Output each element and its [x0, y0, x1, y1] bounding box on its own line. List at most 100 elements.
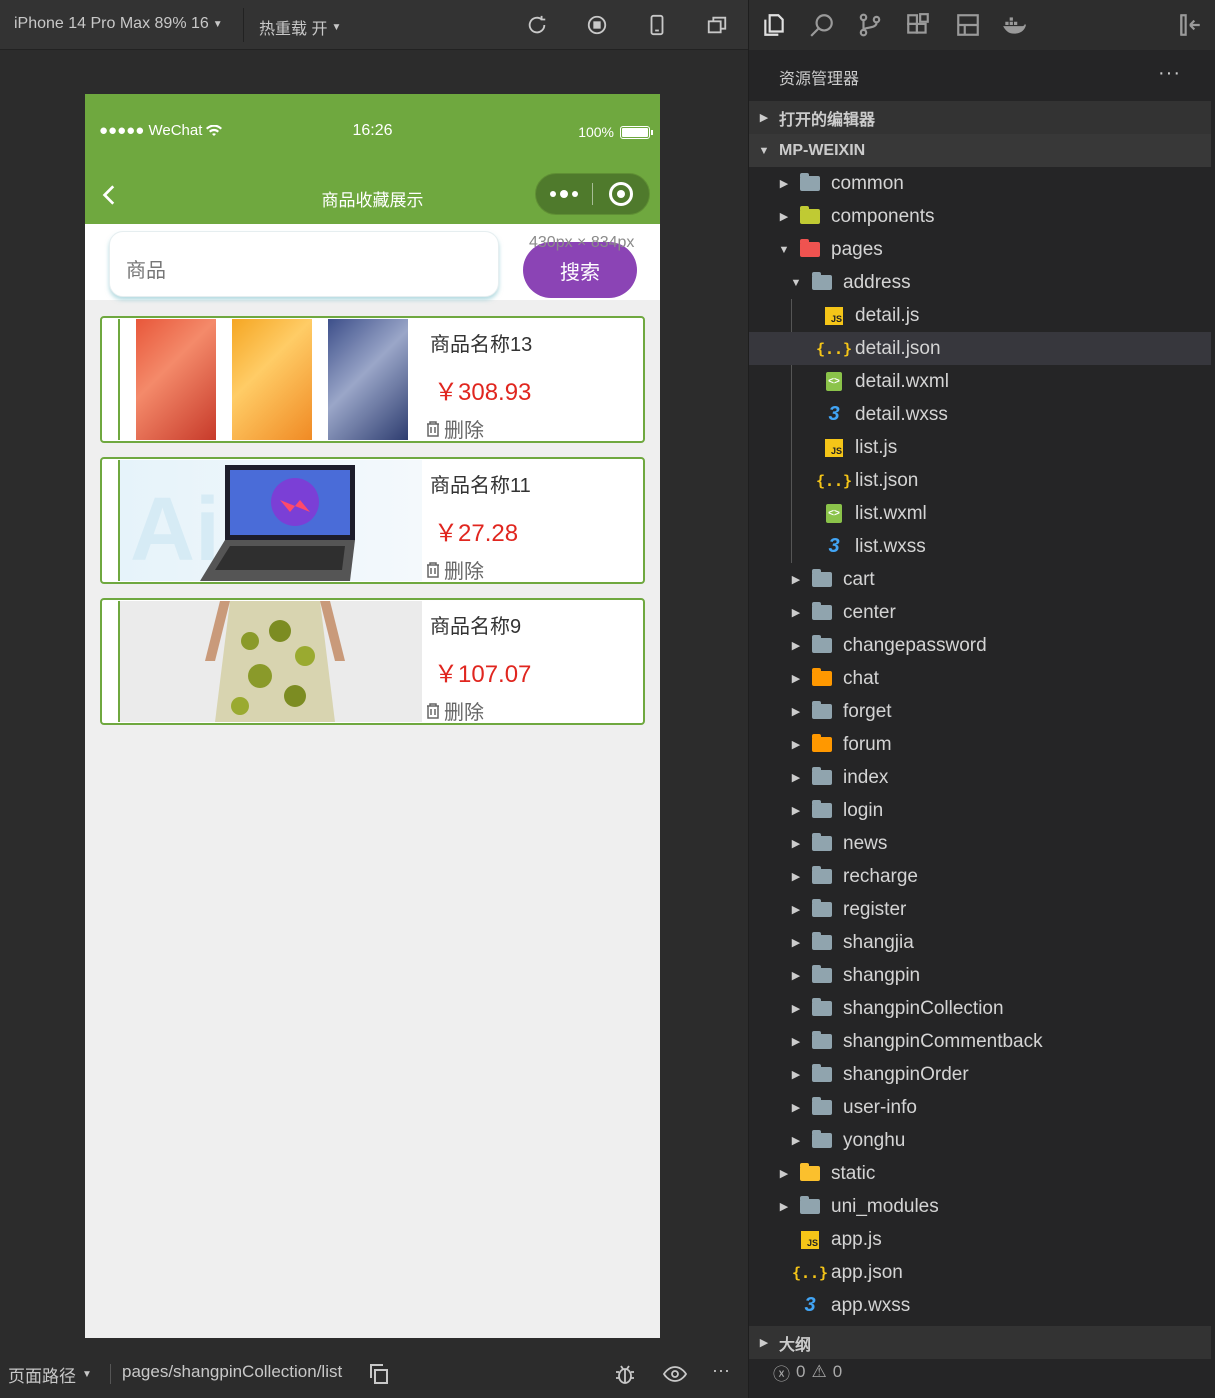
folder-icon	[811, 932, 833, 953]
tree-item-label: shangjia	[843, 931, 914, 953]
tree-item-center[interactable]: ▶ center	[749, 596, 1211, 629]
refresh-icon[interactable]	[525, 13, 549, 37]
devtools-window: iPhone 14 Pro Max 89% 16 ▼ 热重载 开 ▼ ●●●●●…	[0, 0, 1215, 1398]
tree-item-app-js[interactable]: JS app.js	[749, 1223, 1211, 1256]
tree-item-recharge[interactable]: ▶ recharge	[749, 860, 1211, 893]
close-mini-program-icon[interactable]	[593, 182, 649, 206]
tree-item-label: news	[843, 832, 888, 854]
tree-item-app-json[interactable]: {..} app.json	[749, 1256, 1211, 1289]
open-editors-header[interactable]: ▶ 打开的编辑器	[749, 101, 1211, 134]
tree-item-shangjia[interactable]: ▶ shangjia	[749, 926, 1211, 959]
folder-icon	[799, 239, 821, 260]
chevron-down-icon: ▼	[758, 144, 770, 157]
eye-icon[interactable]	[663, 1362, 687, 1386]
tree-item-shangpincommentback[interactable]: ▶ shangpinCommentback	[749, 1025, 1211, 1058]
list-item[interactable]: 商品名称9 ￥107.07 删除	[100, 598, 645, 725]
tree-item-detail-wxml[interactable]: <> detail.wxml	[749, 365, 1211, 398]
tree-item-label: detail.json	[855, 337, 941, 359]
list-item[interactable]: Air15 商品名称11 ￥27.28 删除	[100, 457, 645, 584]
more-options-icon[interactable]: ···	[712, 1360, 736, 1384]
more-icon[interactable]	[536, 190, 592, 198]
tree-item-detail-js[interactable]: JS detail.js	[749, 299, 1211, 332]
tree-item-label: changepassword	[843, 634, 987, 656]
collapse-panel-icon[interactable]	[1177, 12, 1203, 38]
tree-item-detail-wxss[interactable]: 3 detail.wxss	[749, 398, 1211, 431]
tree-item-shangpin[interactable]: ▶ shangpin	[749, 959, 1211, 992]
tree-item-label: detail.wxss	[855, 403, 948, 425]
tree-item-label: app.js	[831, 1228, 882, 1250]
stop-icon[interactable]	[585, 13, 609, 37]
product-image	[118, 601, 422, 722]
tree-item-forum[interactable]: ▶ forum	[749, 728, 1211, 761]
files-icon[interactable]	[761, 12, 787, 38]
wxml-file-icon: <>	[823, 504, 845, 524]
tree-item-list-json[interactable]: {..} list.json	[749, 464, 1211, 497]
chevron-right-icon: ▶	[759, 1337, 769, 1349]
chevron-right-icon: ▶	[791, 574, 801, 586]
tree-item-static[interactable]: ▶ static	[749, 1157, 1211, 1190]
tree-item-detail-json[interactable]: {..} detail.json	[749, 332, 1211, 365]
divider	[110, 1364, 111, 1384]
search-input[interactable]: 商品	[109, 231, 499, 297]
delete-label: 删除	[444, 420, 484, 442]
tree-item-changepassword[interactable]: ▶ changepassword	[749, 629, 1211, 662]
project-header[interactable]: ▼ MP-WEIXIN	[749, 134, 1211, 167]
tree-item-register[interactable]: ▶ register	[749, 893, 1211, 926]
chevron-right-icon: ▶	[791, 739, 801, 751]
hot-reload-toggle[interactable]: 热重载 开 ▼	[259, 15, 341, 39]
tree-item-cart[interactable]: ▶ cart	[749, 563, 1211, 596]
tree-item-list-wxss[interactable]: 3 list.wxss	[749, 530, 1211, 563]
folder-icon	[811, 866, 833, 887]
chevron-right-icon: ▶	[791, 805, 801, 817]
layout-icon[interactable]	[955, 12, 981, 38]
folder-icon	[811, 602, 833, 623]
page-path: pages/shangpinCollection/list	[122, 1362, 343, 1381]
more-actions-icon[interactable]: ···	[1158, 62, 1181, 85]
tree-item-components[interactable]: ▶ components	[749, 200, 1211, 233]
bug-icon[interactable]	[613, 1362, 637, 1386]
problems-status[interactable]: ⓧ 0 ⚠ 0	[749, 1356, 1215, 1388]
tree-item-login[interactable]: ▶ login	[749, 794, 1211, 827]
search-icon[interactable]	[809, 12, 835, 38]
tree-item-uni-modules[interactable]: ▶ uni_modules	[749, 1190, 1211, 1223]
tree-item-app-wxss[interactable]: 3 app.wxss	[749, 1289, 1211, 1322]
delete-button[interactable]: 删除	[424, 555, 484, 584]
list-item[interactable]: 商品名称13 ￥308.93 删除	[100, 316, 645, 443]
simulator-status-bar: 页面路径 ▼ pages/shangpinCollection/list ···	[0, 1350, 748, 1398]
tree-item-shangpincollection[interactable]: ▶ shangpinCollection	[749, 992, 1211, 1025]
extensions-icon[interactable]	[905, 12, 931, 38]
source-control-icon[interactable]	[857, 12, 883, 38]
tree-item-label: shangpinOrder	[843, 1063, 969, 1085]
docker-icon[interactable]	[1001, 12, 1027, 38]
delete-button[interactable]: 删除	[424, 414, 484, 443]
tree-item-label: forum	[843, 733, 892, 755]
device-selector[interactable]: iPhone 14 Pro Max 89% 16 ▼	[14, 15, 223, 33]
tree-item-forget[interactable]: ▶ forget	[749, 695, 1211, 728]
tree-item-index[interactable]: ▶ index	[749, 761, 1211, 794]
detach-window-icon[interactable]	[705, 13, 729, 37]
tree-item-list-js[interactable]: JS list.js	[749, 431, 1211, 464]
open-editors-label: 打开的编辑器	[779, 111, 876, 129]
tree-item-yonghu[interactable]: ▶ yonghu	[749, 1124, 1211, 1157]
page-path-dropdown[interactable]: 页面路径 ▼	[8, 1362, 92, 1387]
tree-item-chat[interactable]: ▶ chat	[749, 662, 1211, 695]
tree-item-user-info[interactable]: ▶ user-info	[749, 1091, 1211, 1124]
tree-item-label: register	[843, 898, 907, 920]
tree-item-pages[interactable]: ▼ pages	[749, 233, 1211, 266]
tree-item-label: shangpinCommentback	[843, 1030, 1043, 1052]
delete-button[interactable]: 删除	[424, 696, 484, 725]
tree-item-common[interactable]: ▶ common	[749, 167, 1211, 200]
folder-icon	[811, 1064, 833, 1085]
phone-icon[interactable]	[645, 13, 669, 37]
tree-item-list-wxml[interactable]: <> list.wxml	[749, 497, 1211, 530]
copy-icon[interactable]	[367, 1362, 391, 1386]
outline-header[interactable]: ▶ 大纲	[749, 1326, 1211, 1359]
tree-item-label: app.wxss	[831, 1294, 911, 1316]
tree-item-address[interactable]: ▼ address	[749, 266, 1211, 299]
tree-item-shangpinorder[interactable]: ▶ shangpinOrder	[749, 1058, 1211, 1091]
folder-icon	[811, 800, 833, 821]
search-area: 商品 搜索 430px × 834px	[85, 224, 660, 300]
collection-list: 商品名称13 ￥308.93 删除 Air15	[100, 316, 645, 739]
trash-icon	[427, 702, 439, 719]
tree-item-news[interactable]: ▶ news	[749, 827, 1211, 860]
